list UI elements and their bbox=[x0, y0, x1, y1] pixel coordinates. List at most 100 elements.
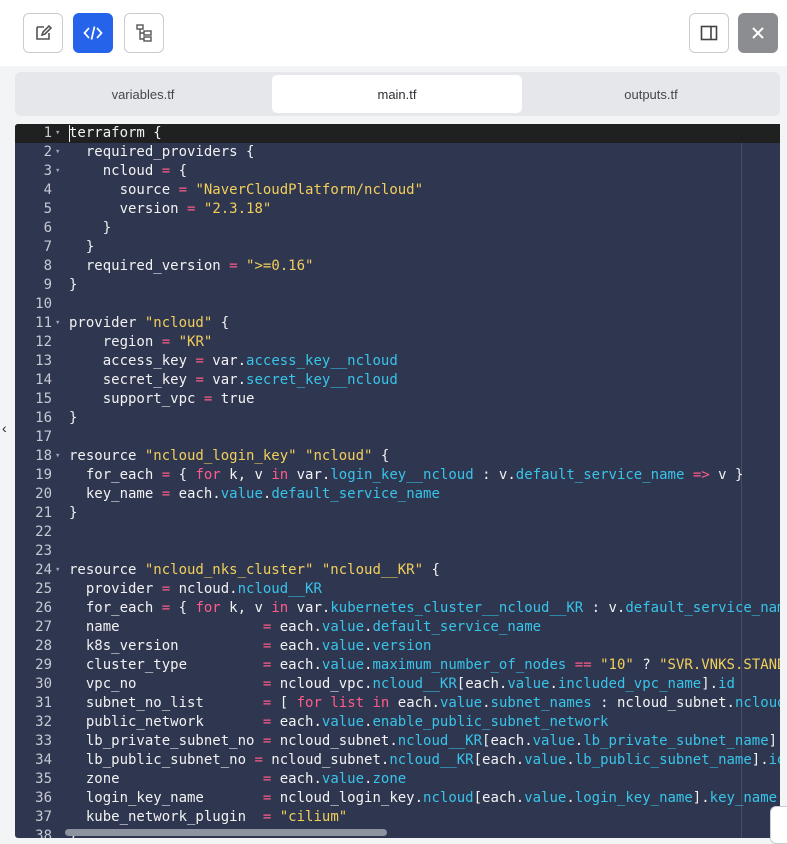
code-token: ncloud__KR bbox=[389, 752, 474, 768]
code-token: value bbox=[220, 486, 263, 502]
code-line[interactable]: 26 for_each = { for k, v in var.kubernet… bbox=[15, 599, 780, 618]
code-line[interactable]: 16} bbox=[15, 409, 780, 428]
line-number: 29 bbox=[35, 657, 52, 673]
line-number: 25 bbox=[35, 581, 52, 597]
code-line[interactable]: 19 for_each = { for k, v in var.login_ke… bbox=[15, 466, 780, 485]
code-line[interactable]: 12 region = "KR" bbox=[15, 333, 780, 352]
code-editor[interactable]: 1 ▾ terraform {2 ▾ required_providers {3 ▾ n… bbox=[15, 124, 780, 838]
code-line[interactable]: 13 access_key = var.access_key__ncloud bbox=[15, 352, 780, 371]
code-token: [each. bbox=[456, 676, 508, 692]
close-button[interactable] bbox=[738, 13, 778, 53]
tree-view-button[interactable] bbox=[124, 13, 164, 53]
edit-button[interactable] bbox=[23, 13, 63, 53]
text-cursor bbox=[69, 125, 70, 142]
code-token: provider bbox=[69, 581, 162, 597]
code-line[interactable]: 22 bbox=[15, 523, 780, 542]
tab-outputs-tf[interactable]: outputs.tf bbox=[526, 75, 776, 113]
toggle-panel-button[interactable] bbox=[689, 13, 729, 53]
code-line[interactable]: 9} bbox=[15, 276, 780, 295]
code-text: terraform { bbox=[69, 124, 162, 143]
side-panel-handle[interactable] bbox=[770, 806, 787, 844]
code-line[interactable]: 7 } bbox=[15, 238, 780, 257]
code-line[interactable]: 37 kube_network_plugin = "cilium" bbox=[15, 808, 780, 827]
code-token: required_version bbox=[69, 258, 230, 274]
code-text: version = "2.3.18" bbox=[69, 200, 272, 219]
code-line[interactable]: 3 ▾ ncloud = { bbox=[15, 162, 780, 181]
code-line[interactable]: 15 support_vpc = true bbox=[15, 390, 780, 409]
code-text: zone = each.value.zone bbox=[69, 770, 406, 789]
line-number: 28 bbox=[35, 638, 52, 654]
fold-toggle-icon[interactable]: ▾ bbox=[55, 561, 60, 580]
horizontal-scrollbar[interactable] bbox=[65, 829, 387, 836]
code-token: : ncloud_subnet. bbox=[591, 695, 735, 711]
code-token: for bbox=[195, 600, 221, 616]
code-token: == bbox=[574, 657, 592, 673]
collapse-arrow-icon[interactable]: ‹ bbox=[2, 420, 12, 436]
line-number: 17 bbox=[35, 429, 52, 445]
code-token: public_network bbox=[69, 714, 263, 730]
code-line[interactable]: 36 login_key_name = ncloud_login_key.ncl… bbox=[15, 789, 780, 808]
code-line[interactable]: 20 key_name = each.value.default_service… bbox=[15, 485, 780, 504]
line-number: 31 bbox=[35, 695, 52, 711]
code-token: . bbox=[482, 695, 491, 711]
code-token: in bbox=[271, 600, 289, 616]
code-line[interactable]: 35 zone = each.value.zone bbox=[15, 770, 780, 789]
fold-toggle-icon[interactable]: ▾ bbox=[55, 124, 60, 143]
code-token: subnet_names bbox=[490, 695, 592, 711]
code-line[interactable]: 2 ▾ required_providers { bbox=[15, 143, 780, 162]
code-line[interactable]: 10 bbox=[15, 295, 780, 314]
code-token: ]. bbox=[701, 676, 719, 692]
code-line[interactable]: 24 ▾ resource "ncloud_nks_cluster" "ncloud… bbox=[15, 561, 780, 580]
code-token: . bbox=[566, 790, 575, 806]
fold-toggle-icon[interactable]: ▾ bbox=[55, 447, 60, 466]
tab-variables-tf[interactable]: variables.tf bbox=[18, 75, 268, 113]
code-view-button[interactable] bbox=[73, 13, 113, 53]
code-line[interactable]: 29 cluster_type = each.value.maximum_num… bbox=[15, 656, 780, 675]
code-line[interactable]: 1 ▾ terraform { bbox=[15, 124, 780, 143]
line-number: 2 bbox=[43, 144, 52, 160]
code-line[interactable]: 31 subnet_no_list = [ for list in each.v… bbox=[15, 694, 780, 713]
line-number: 35 bbox=[35, 771, 52, 787]
code-line[interactable]: 27 name = each.value.default_service_nam… bbox=[15, 618, 780, 637]
line-number: 21 bbox=[35, 505, 52, 521]
code-line[interactable]: 6 } bbox=[15, 219, 780, 238]
fold-toggle-icon[interactable]: ▾ bbox=[55, 162, 60, 181]
line-number: 8 bbox=[43, 258, 52, 274]
code-line[interactable]: 33 lb_private_subnet_no = ncloud_subnet.… bbox=[15, 732, 780, 751]
code-line[interactable]: 23 bbox=[15, 542, 780, 561]
code-line[interactable]: 21} bbox=[15, 504, 780, 523]
line-number: 4 bbox=[43, 182, 52, 198]
close-icon bbox=[752, 27, 764, 39]
code-line[interactable]: 25 provider = ncloud.ncloud__KR bbox=[15, 580, 780, 599]
code-line[interactable]: 28 k8s_version = each.value.version bbox=[15, 637, 780, 656]
fold-toggle-icon[interactable]: ▾ bbox=[55, 143, 60, 162]
code-line[interactable]: 17 bbox=[15, 428, 780, 447]
code-line[interactable]: 11 ▾ provider "ncloud" { bbox=[15, 314, 780, 333]
code-line[interactable]: 30 vpc_no = ncloud_vpc.ncloud__KR[each.v… bbox=[15, 675, 780, 694]
code-token: var. bbox=[203, 353, 247, 369]
code-token: region bbox=[69, 334, 162, 350]
code-token: kube_network_plugin bbox=[69, 809, 263, 825]
code-line[interactable]: 34 lb_public_subnet_no = ncloud_subnet.n… bbox=[15, 751, 780, 770]
code-line[interactable]: 18 ▾ resource "ncloud_login_key" "ncloud" … bbox=[15, 447, 780, 466]
code-line[interactable]: 32 public_network = each.value.enable_pu… bbox=[15, 713, 780, 732]
code-line[interactable]: 14 secret_key = var.secret_key__ncloud bbox=[15, 371, 780, 390]
code-token: support_vpc bbox=[69, 391, 204, 407]
code-line[interactable]: 4 source = "NaverCloudPlatform/ncloud" bbox=[15, 181, 780, 200]
tab-main-tf[interactable]: main.tf bbox=[272, 75, 522, 113]
fold-toggle-icon[interactable]: ▾ bbox=[55, 314, 60, 333]
code-token: ncloud bbox=[69, 163, 162, 179]
code-token: value bbox=[439, 695, 483, 711]
code-text: ncloud = { bbox=[69, 162, 187, 181]
code-token: each. bbox=[271, 638, 322, 654]
code-token: access_key bbox=[69, 353, 196, 369]
code-token: { bbox=[170, 600, 196, 616]
code-line[interactable]: 8 required_version = ">=0.16" bbox=[15, 257, 780, 276]
code-token: k8s_version bbox=[69, 638, 263, 654]
line-number: 16 bbox=[35, 410, 52, 426]
code-line[interactable]: 5 version = "2.3.18" bbox=[15, 200, 780, 219]
code-token: value bbox=[321, 638, 365, 654]
